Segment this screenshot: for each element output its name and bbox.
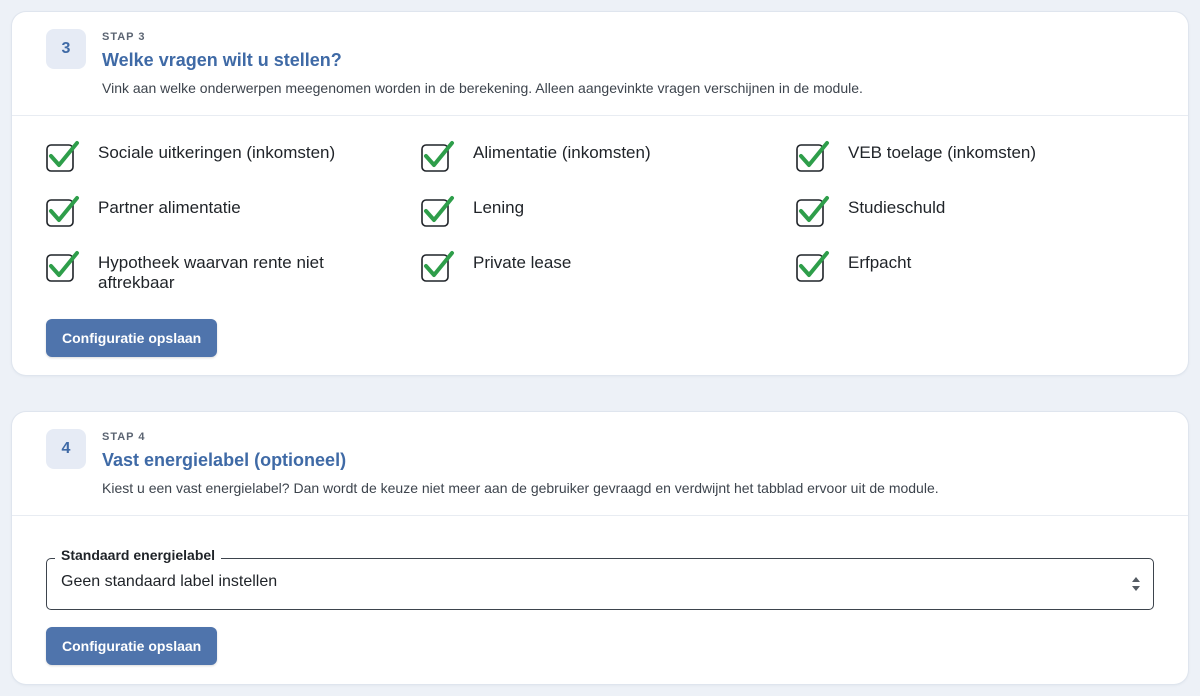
checkbox-checked-icon[interactable] <box>796 195 830 227</box>
step-number-badge: 4 <box>46 429 86 469</box>
option-partner-alimentatie[interactable]: Partner alimentatie <box>46 195 421 250</box>
option-lening[interactable]: Lening <box>421 195 796 250</box>
option-alimentatie[interactable]: Alimentatie (inkomsten) <box>421 140 796 195</box>
checkbox-checked-icon[interactable] <box>421 250 455 282</box>
save-configuration-button[interactable]: Configuratie opslaan <box>46 627 218 665</box>
step-title: Vast energielabel (optioneel) <box>102 450 347 470</box>
option-label: Sociale uitkeringen (inkomsten) <box>98 143 336 162</box>
checkbox-checked-icon[interactable] <box>46 140 80 172</box>
checkbox-checked-icon[interactable] <box>46 250 80 282</box>
option-label: Hypotheek waarvan rente niet aftrekbaar <box>98 253 324 292</box>
checkbox-checked-icon[interactable] <box>421 195 455 227</box>
option-label: Private lease <box>473 253 572 272</box>
checkbox-checked-icon[interactable] <box>796 250 830 282</box>
option-label: Erfpacht <box>848 253 912 272</box>
step-label: STAP 4 <box>102 431 146 443</box>
question-options: Sociale uitkeringen (inkomsten) Alimenta… <box>46 140 1166 305</box>
option-veb-toelage[interactable]: VEB toelage (inkomsten) <box>796 140 1166 195</box>
option-private-lease[interactable]: Private lease <box>421 250 796 305</box>
save-configuration-button[interactable]: Configuratie opslaan <box>46 319 218 357</box>
option-erfpacht[interactable]: Erfpacht <box>796 250 1166 305</box>
step-number-badge: 3 <box>46 29 86 69</box>
option-label: Studieschuld <box>848 198 946 217</box>
energy-label-select[interactable]: Standaard energielabel Geen standaard la… <box>46 547 1154 610</box>
sort-arrows-icon <box>1131 576 1141 592</box>
option-studieschuld[interactable]: Studieschuld <box>796 195 1166 250</box>
step-title: Welke vragen wilt u stellen? <box>102 50 342 70</box>
select-label: Standaard energielabel <box>55 547 222 563</box>
select-value: Geen standaard label instellen <box>61 573 278 590</box>
option-label: VEB toelage (inkomsten) <box>848 143 1037 162</box>
checkbox-checked-icon[interactable] <box>421 140 455 172</box>
step-4-card: 4 STAP 4 Vast energielabel (optioneel) K… <box>12 412 1188 684</box>
checkbox-checked-icon[interactable] <box>796 140 830 172</box>
step-label: STAP 3 <box>102 31 146 43</box>
step-description: Vink aan welke onderwerpen meegenomen wo… <box>102 80 863 96</box>
checkbox-checked-icon[interactable] <box>46 195 80 227</box>
option-label: Partner alimentatie <box>98 198 241 217</box>
step-description: Kiest u een vast energielabel? Dan wordt… <box>102 480 939 496</box>
option-label: Lening <box>473 198 525 217</box>
step-3-header: 3 STAP 3 Welke vragen wilt u stellen? Vi… <box>12 12 1188 116</box>
option-hypotheek[interactable]: Hypotheek waarvan rente niet aftrekbaar <box>46 250 421 305</box>
step-4-header: 4 STAP 4 Vast energielabel (optioneel) K… <box>12 412 1188 516</box>
option-sociale-uitkeringen[interactable]: Sociale uitkeringen (inkomsten) <box>46 140 421 195</box>
option-label: Alimentatie (inkomsten) <box>473 143 651 162</box>
step-3-card: 3 STAP 3 Welke vragen wilt u stellen? Vi… <box>12 12 1188 375</box>
